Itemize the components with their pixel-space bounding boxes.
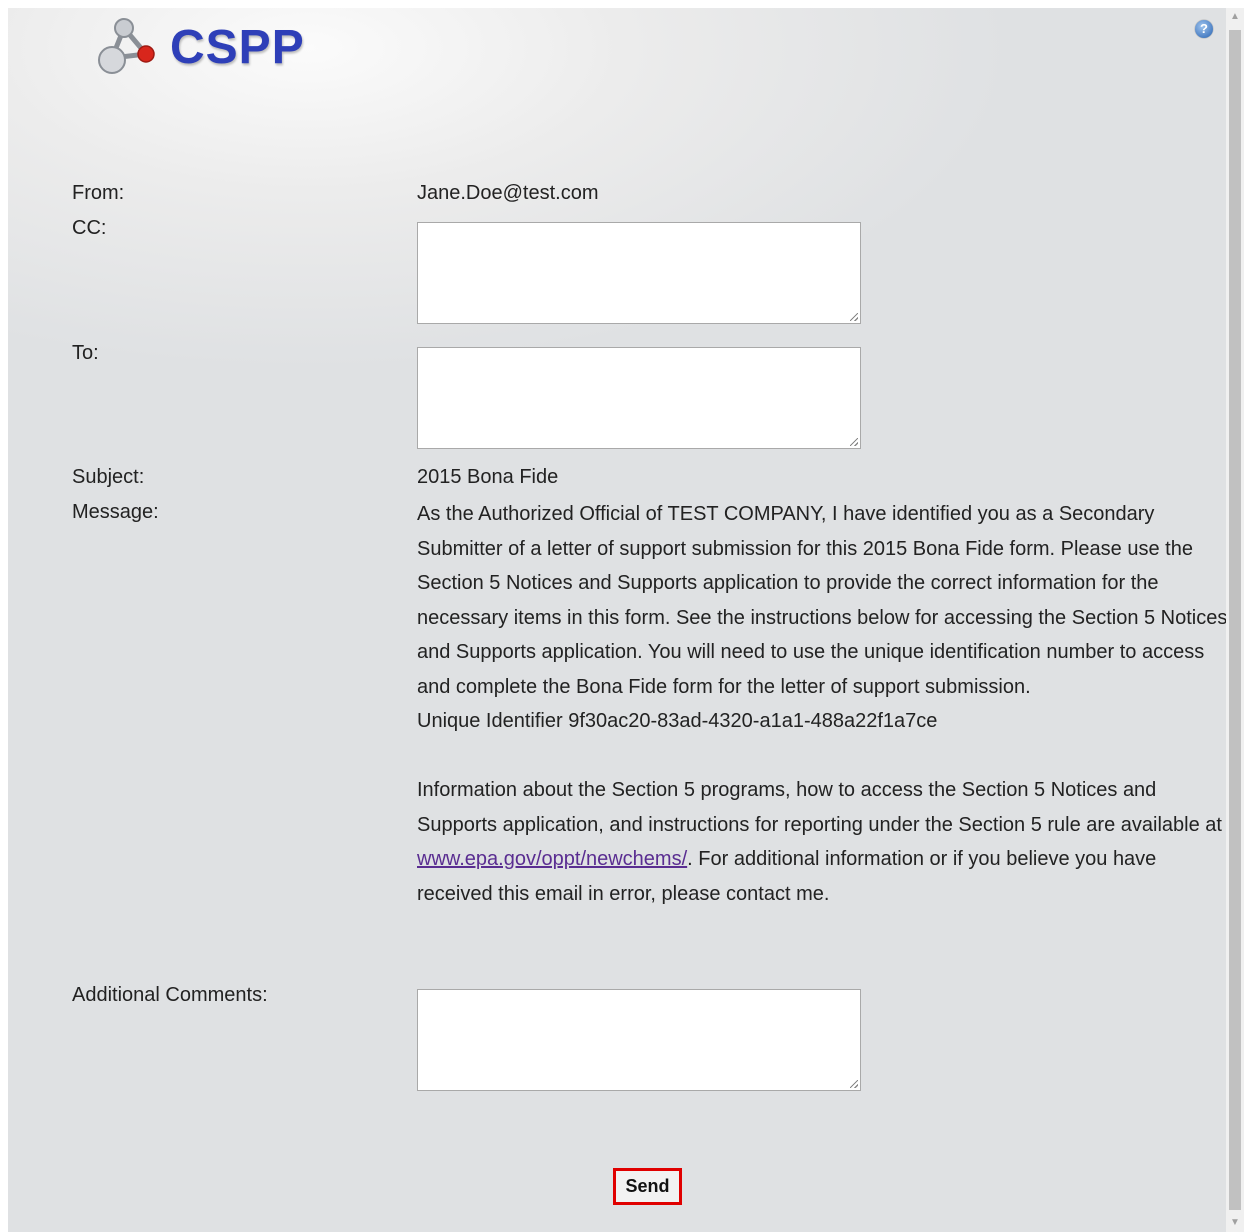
to-label: To: [72, 342, 99, 364]
message-text: Information about the Section 5 programs… [417, 779, 1222, 836]
from-label: From: [72, 182, 125, 204]
message-paragraph: Information about the Section 5 programs… [417, 773, 1226, 911]
cc-label: CC: [72, 217, 107, 239]
newchems-link[interactable]: www.epa.gov/oppt/newchems/ [417, 848, 687, 870]
subject-label: Subject: [72, 466, 145, 488]
from-value: Jane.Doe@test.com [417, 182, 599, 204]
resize-grip-icon[interactable] [850, 313, 858, 321]
resize-grip-icon[interactable] [850, 1080, 858, 1088]
scroll-thumb[interactable] [1229, 30, 1241, 1210]
logo-text: CSPP [170, 21, 305, 74]
resize-grip-icon[interactable] [850, 438, 858, 446]
cspp-logo: CSPP [94, 14, 354, 78]
send-button[interactable]: Send [613, 1168, 682, 1205]
additional-comments-field[interactable] [417, 989, 861, 1091]
subject-value: 2015 Bona Fide [417, 466, 559, 488]
message-label: Message: [72, 501, 159, 523]
scroll-up-arrow-icon[interactable]: ▲ [1226, 8, 1244, 26]
to-field[interactable] [417, 347, 861, 449]
help-icon[interactable]: ? [1195, 20, 1213, 38]
additional-comments-label: Additional Comments: [72, 984, 268, 1006]
scroll-down-arrow-icon[interactable]: ▼ [1226, 1214, 1244, 1232]
message-body: As the Authorized Official of TEST COMPA… [417, 497, 1226, 911]
message-identifier: Unique Identifier 9f30ac20-83ad-4320-a1a… [417, 710, 938, 732]
message-paragraph: As the Authorized Official of TEST COMPA… [417, 503, 1226, 698]
molecule-icon [98, 18, 155, 74]
cc-field[interactable] [417, 222, 861, 324]
vertical-scrollbar[interactable]: ▲ ▼ [1226, 8, 1244, 1232]
page-content: CSPP ? From: Jane.Doe@test.com CC: To: S… [8, 8, 1226, 1232]
